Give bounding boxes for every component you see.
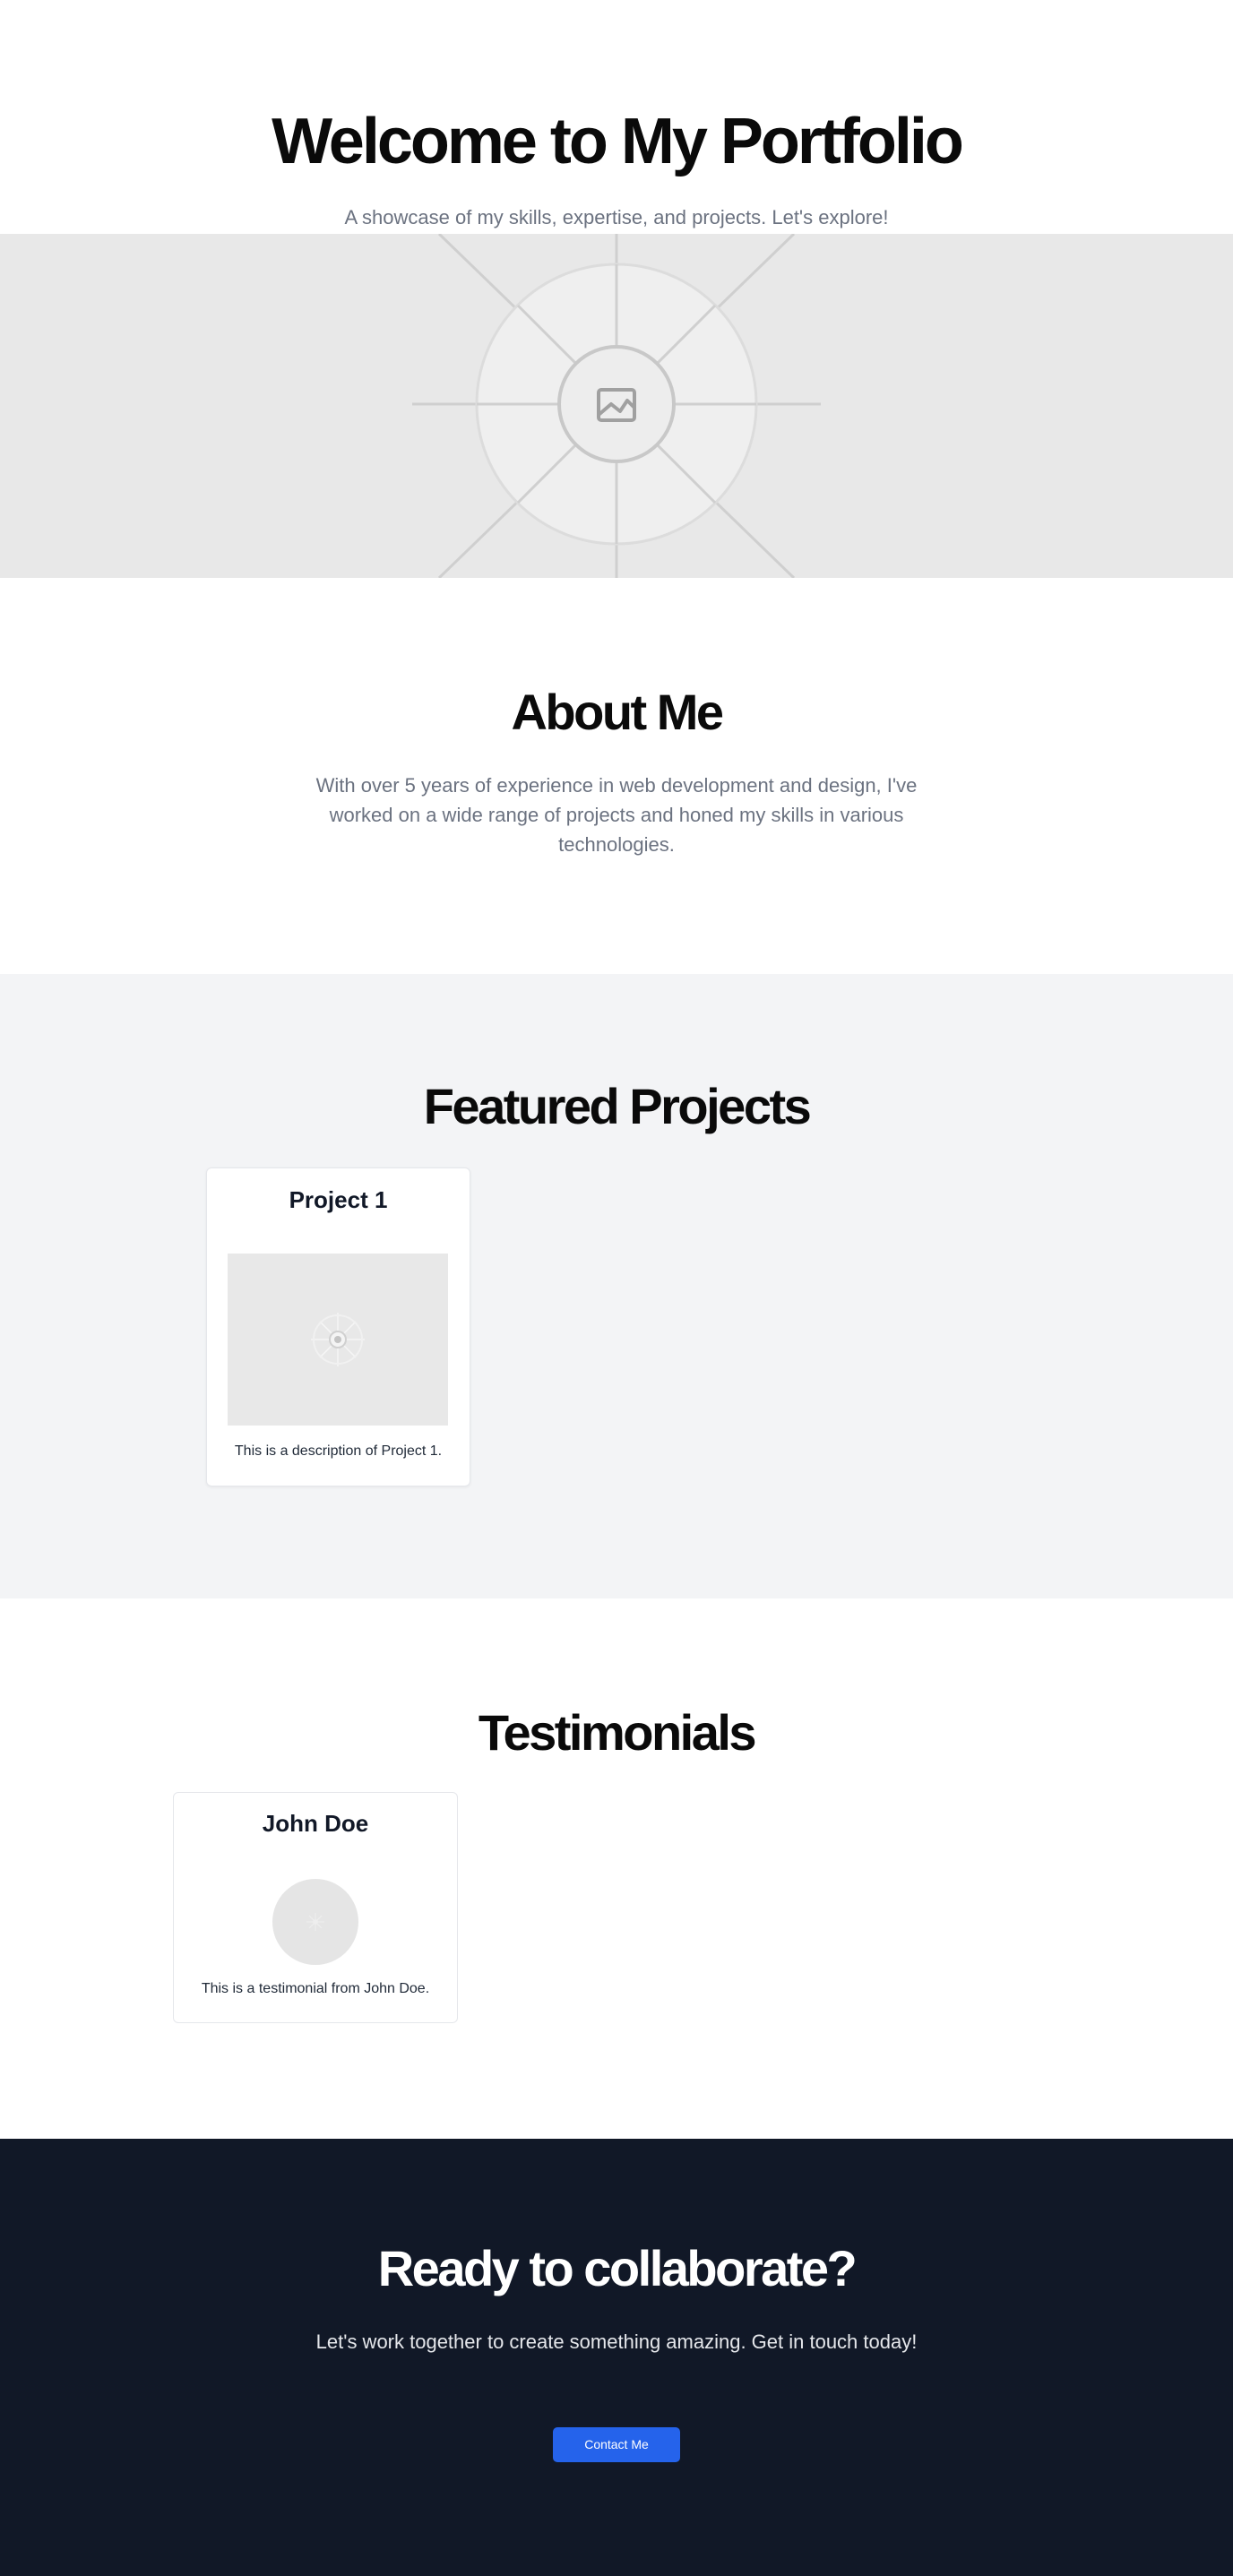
contact-me-button[interactable]: Contact Me — [553, 2427, 680, 2462]
hero-subtitle: A showcase of my skills, expertise, and … — [344, 206, 889, 228]
testimonial-name: John Doe — [262, 1810, 369, 1837]
project-image-placeholder — [228, 1254, 448, 1426]
cta-text: Let's work together to create something … — [315, 2330, 918, 2353]
about-text: With over 5 years of experience in web d… — [315, 774, 918, 856]
about-title: About Me — [511, 684, 724, 740]
cta-title: Ready to collaborate? — [377, 2240, 858, 2296]
hero-section: Welcome to My Portfolio A showcase of my… — [0, 0, 1233, 578]
avatar — [272, 1879, 358, 1965]
projects-title: Featured Projects — [423, 1078, 812, 1134]
avatar-placeholder-icon — [306, 1913, 324, 1931]
image-placeholder-icon — [311, 1313, 365, 1366]
hero-image-placeholder — [0, 234, 1233, 578]
project-card-description: This is a description of Project 1. — [234, 1443, 443, 1459]
project-card-title: Project 1 — [289, 1186, 388, 1213]
testimonials-section: Testimonials John Doe This is a testimon… — [0, 1598, 1233, 2139]
testimonial-card: John Doe This is a testimonial from John… — [173, 1792, 458, 2023]
about-section: About Me With over 5 years of experience… — [0, 578, 1233, 974]
project-card[interactable]: Project 1 This is a description of Proje… — [206, 1167, 470, 1486]
projects-section: Featured Projects Project 1 This is a de… — [0, 974, 1233, 1598]
testimonials-title: Testimonials — [478, 1704, 757, 1761]
cta-section: Ready to collaborate? Let's work togethe… — [0, 2139, 1233, 2576]
hero-title: Welcome to My Portfolio — [272, 106, 964, 177]
image-placeholder-icon — [412, 234, 821, 578]
testimonial-text: This is a testimonial from John Doe. — [201, 1981, 430, 1996]
